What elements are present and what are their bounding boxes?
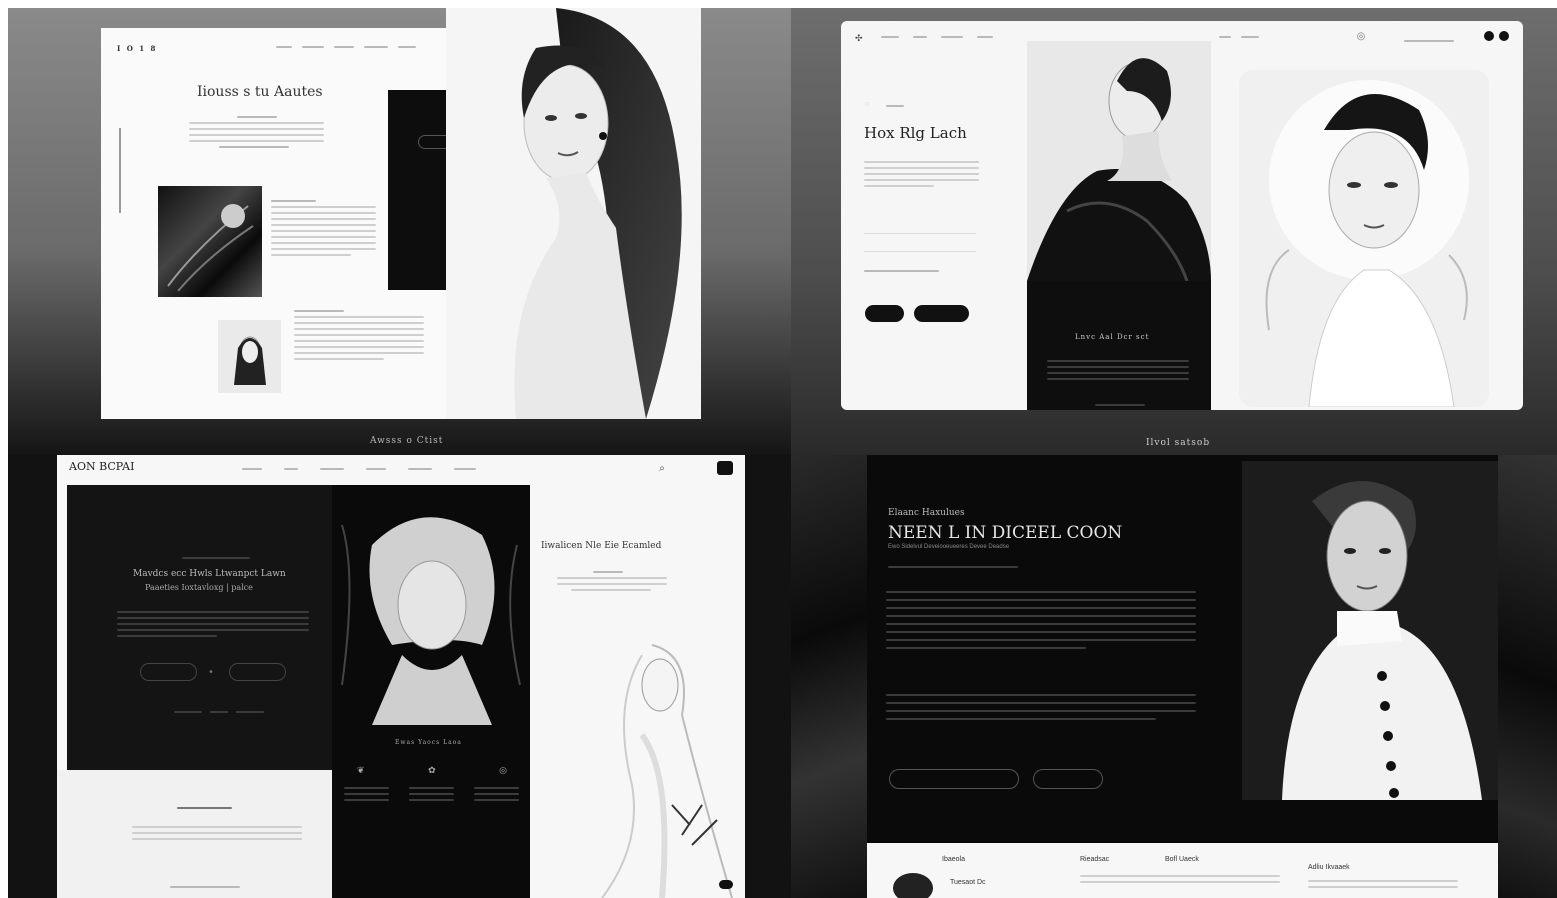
portrait-woman-curls (341, 517, 521, 725)
footer-col-3[interactable]: Bofl Uaeck (1165, 856, 1199, 863)
footer-col-4[interactable]: Adliu Ikvaaek (1308, 864, 1350, 871)
dark-hero: Mavdcs ecc Hwls Ltwanpct Lawn Paaeties I… (67, 485, 332, 770)
hero-cta-2[interactable] (1033, 769, 1103, 789)
meta-row-1 (864, 224, 976, 234)
eyebrow-line (886, 105, 904, 107)
dark-hero-dot-icon: • (209, 666, 213, 678)
nav-links-3 (242, 468, 476, 470)
backdrop-right-texture (1498, 455, 1557, 898)
hero-intro (888, 566, 1018, 568)
hero-headline-4: NEEN L IN DICEEL COON (888, 523, 1123, 543)
hero-subline-4: Ewo Sidelvul Deveiooeueeres Devee Deadse (888, 544, 1010, 550)
lower-section-heading (177, 807, 232, 809)
thumbnail-portrait (218, 320, 281, 393)
dark-column-body (1047, 356, 1189, 384)
feature-image-art (167, 204, 254, 292)
dark-column-link[interactable] (1095, 404, 1145, 406)
footer-lines-2 (1080, 871, 1280, 887)
dark-hero-button-2[interactable] (229, 663, 286, 681)
nav-search-icon[interactable]: ⌕ (657, 463, 667, 474)
hero-body-4 (886, 585, 1196, 655)
lower-section-links (170, 886, 240, 888)
panel-top-right: ✣ ◎ ◌ Hox Rlg Lach Lnvc Aal Dcr sct Ilvo… (791, 8, 1557, 455)
portrait-woman-turtleneck (1265, 80, 1469, 407)
nav-links-2 (881, 36, 993, 38)
profile-name: Tuesaot Dc (950, 879, 986, 886)
nav-logo[interactable]: I O 1 8 (117, 44, 157, 53)
profile-dot-2[interactable] (1499, 31, 1509, 41)
feature-image-dark (158, 186, 262, 297)
hero-body-4b (886, 688, 1196, 726)
avatar[interactable] (893, 873, 933, 898)
caption-top-right: Ilvol satsob (1146, 438, 1211, 448)
panel-top-left: I O 1 8 Iiouss s tu Aautes Awsss o Ctist (8, 8, 791, 455)
backdrop-left-texture (791, 455, 867, 898)
right-headline: Iiwalicen Nle Eie Ecamled (541, 541, 662, 551)
secondary-button[interactable] (914, 305, 969, 322)
footer-col-2[interactable]: Rieadsac (1080, 856, 1109, 863)
scroll-top-button[interactable] (719, 880, 733, 889)
meta-row-2 (864, 242, 976, 252)
dark-column: Lnvc Aal Dcr sct (1027, 41, 1211, 410)
nav-logo-icon[interactable]: ✣ (855, 33, 863, 44)
dark-hero-links (174, 711, 274, 713)
hero-dark: Elaanc Haxulues NEEN L IN DICEEL COON Ew… (867, 455, 1498, 843)
dark-column-heading: Lnvc Aal Dcr sct (1075, 333, 1150, 341)
page-card-2: ✣ ◎ ◌ Hox Rlg Lach Lnvc Aal Dcr sct (841, 21, 1523, 410)
flower-icon: ✿ (428, 765, 436, 775)
page-card-3: AON BCPAI ⌕ Mavdcs ecc Hwls Ltwanpct Law… (57, 455, 745, 898)
ring-icon: ◎ (499, 765, 507, 775)
center-portrait-column: Ewas Yaocs Laoa ❦ ✿ ◎ (332, 485, 530, 898)
nav-cart-button[interactable] (717, 461, 733, 475)
hero-eyebrow: Elaanc Haxulues (888, 508, 965, 518)
primary-button[interactable] (865, 305, 904, 322)
footer-lines-4 (1308, 876, 1458, 892)
cart-icon[interactable]: ◎ (1356, 31, 1366, 42)
dark-hero-body (117, 607, 309, 641)
feature-text (271, 196, 376, 260)
thumbnail-text (294, 306, 424, 364)
hero-body (189, 112, 324, 152)
hero-headline: Iiouss s tu Aautes (197, 84, 323, 100)
right-body (557, 567, 667, 595)
hero-cta-1[interactable] (889, 769, 1019, 789)
dark-hero-subline: Paaeties Ioxtavloxg | palce (145, 583, 253, 592)
card-heading: Ewas Yaocs Laoa (395, 739, 462, 746)
portrait-man-white-jacket (1242, 461, 1498, 800)
dark-hero-eyebrow (182, 557, 250, 559)
feature-icons-text (344, 783, 519, 805)
nav-meta (1404, 40, 1454, 42)
caption-top-left: Awsss o Ctist (370, 436, 444, 446)
portrait-woman-illustration (446, 8, 701, 419)
small-icon-left: ◌ (865, 101, 870, 108)
meta-row-3 (864, 266, 976, 276)
hero-body-2 (864, 157, 979, 191)
footer-strip: Ibaeola Rieadsac Bofl Uaeck Adliu Ikvaae… (867, 843, 1498, 898)
footer-col-1[interactable]: Ibaeola (942, 856, 965, 863)
portrait-card-right (1239, 70, 1489, 407)
nav-links (276, 46, 436, 48)
nav-logo-3[interactable]: AON BCPAI (69, 460, 134, 473)
portrait-sketch-flowing-hair (601, 644, 733, 898)
dark-hero-headline: Mavdcs ecc Hwls Ltwanpct Lawn (133, 569, 286, 579)
nav-right-links (1219, 36, 1259, 38)
leaf-icon: ❦ (357, 765, 365, 775)
page-card: I O 1 8 Iiouss s tu Aautes (101, 8, 701, 419)
side-scroll-indicator[interactable] (119, 128, 121, 213)
hero-title-2: Hox Rlg Lach (864, 124, 967, 142)
feature-icons-row: ❦ ✿ ◎ (357, 765, 507, 776)
panel-bottom-right: Elaanc Haxulues NEEN L IN DICEEL COON Ew… (791, 455, 1557, 898)
lower-section (57, 770, 332, 898)
dark-hero-button-1[interactable] (140, 663, 197, 681)
panel-bottom-left: AON BCPAI ⌕ Mavdcs ecc Hwls Ltwanpct Law… (8, 455, 791, 898)
lower-section-body (132, 822, 302, 844)
profile-dot-1[interactable] (1484, 31, 1494, 41)
portrait-woman-profile (1027, 41, 1211, 282)
